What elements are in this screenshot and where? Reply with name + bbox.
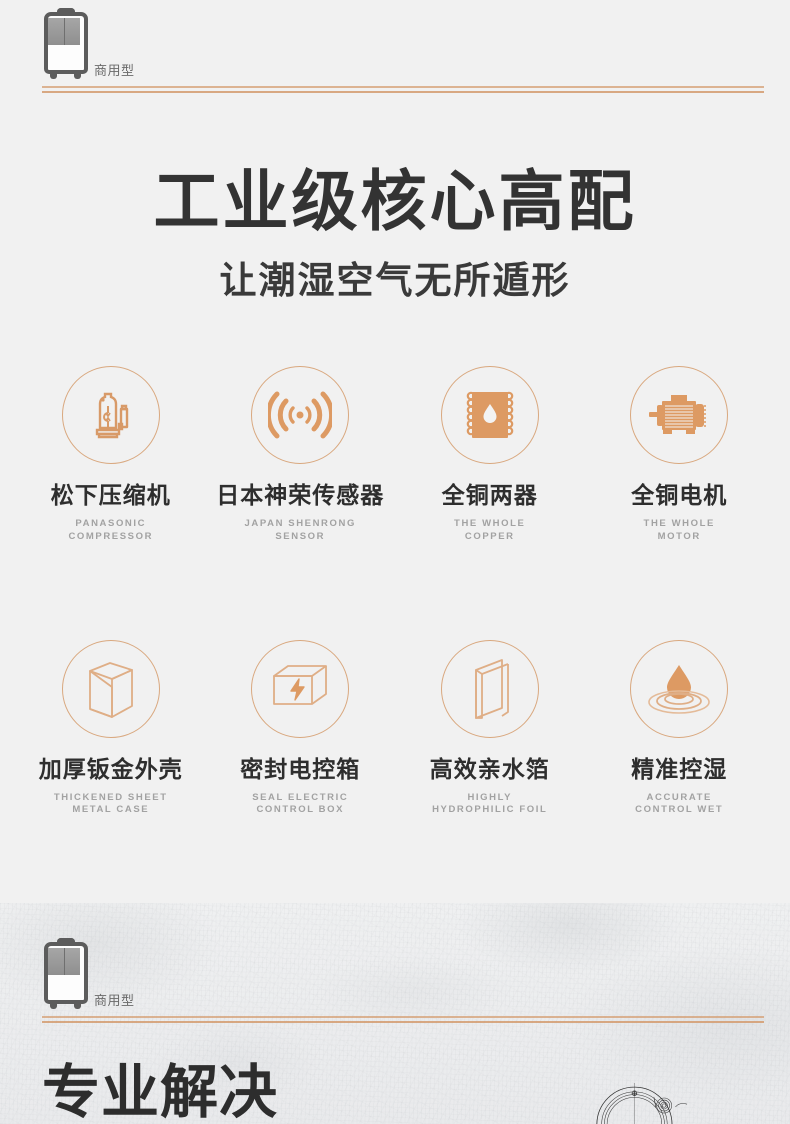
- feature-title: 高效亲水箔: [429, 755, 550, 782]
- feature-subtitle-line2: METAL CASE: [72, 804, 150, 816]
- feature-item: 高效亲水箔 HIGHLY HYDROPHILIC FOIL: [395, 639, 585, 818]
- feature-subtitle-line1: ACCURATE: [646, 791, 712, 803]
- feature-subtitle-line2: COMPRESSOR: [68, 530, 154, 542]
- feature-grid: 松下压缩机 PANASONIC COMPRESSOR 日本神荣传感器 JAPAN…: [16, 366, 774, 817]
- feature-item: 密封电控箱 SEAL ELECTRIC CONTROL BOX: [206, 639, 396, 818]
- feature-item: 全铜电机 THE WHOLE MOTOR: [585, 366, 775, 544]
- feature-item: 精准控湿 ACCURATE CONTROL WET: [585, 639, 775, 818]
- dehumidifier-icon: [44, 938, 88, 1010]
- page-subtitle: 让潮湿空气无所遁形: [219, 260, 571, 301]
- feature-subtitle-line1: THE WHOLE: [643, 518, 715, 529]
- feature-title: 全铜两器: [441, 482, 538, 508]
- sensor-waves-icon: [251, 366, 350, 464]
- feature-subtitle-line2: MOTOR: [657, 530, 701, 542]
- feature-subtitle: SEAL ELECTRIC CONTROL BOX: [206, 792, 396, 818]
- feature-subtitle: ACCURATE CONTROL WET: [585, 792, 775, 818]
- hydrophilic-foil-icon: [440, 639, 539, 738]
- feature-subtitle: HIGHLY HYDROPHILIC FOIL: [395, 792, 585, 818]
- bottom-section-title: 专业解决: [42, 1060, 279, 1124]
- feature-title: 加厚钣金外壳: [38, 755, 183, 782]
- feature-title: 全铜电机: [631, 482, 728, 508]
- brandmark-top: 商用型: [44, 8, 135, 80]
- feature-subtitle: PANASONIC COMPRESSOR: [16, 518, 206, 544]
- electric-control-box-icon: [251, 639, 350, 738]
- brandmark-label: 商用型: [94, 993, 135, 1008]
- page-title: 工业级核心高配: [153, 164, 637, 238]
- feature-item: 加厚钣金外壳 THICKENED SHEET METAL CASE: [16, 639, 206, 818]
- feature-subtitle-line2: SENSOR: [275, 530, 326, 542]
- dehumidifier-icon: [44, 8, 88, 80]
- feature-subtitle: JAPAN SHENRONG SENSOR: [206, 518, 396, 544]
- feature-title: 日本神荣传感器: [216, 482, 385, 508]
- feature-subtitle-line1: THE WHOLE: [454, 518, 526, 529]
- feature-subtitle: THICKENED SHEET METAL CASE: [16, 792, 206, 818]
- metal-case-box-icon: [61, 639, 160, 738]
- feature-subtitle-line1: HIGHLY: [467, 791, 513, 803]
- feature-item: 全铜两器 THE WHOLE COPPER: [395, 366, 585, 544]
- divider-bottom: [42, 1016, 764, 1023]
- feature-subtitle-line1: PANASONIC: [75, 518, 147, 529]
- feature-title: 精准控湿: [631, 755, 728, 782]
- feature-subtitle-line2: HYDROPHILIC FOIL: [432, 804, 548, 816]
- brandmark-label: 商用型: [94, 63, 135, 78]
- feature-subtitle-line1: SEAL ELECTRIC: [252, 791, 349, 803]
- brandmark-bottom: 商用型: [44, 938, 135, 1010]
- feature-subtitle-line1: JAPAN SHENRONG: [244, 518, 356, 529]
- product-detail-page: 商用型 工业级核心高配 让潮湿空气无所遁形 松下压缩机 PANASONIC CO…: [0, 0, 790, 1124]
- feature-title: 松下压缩机: [50, 482, 171, 508]
- feature-item: 日本神荣传感器 JAPAN SHENRONG SENSOR: [206, 366, 396, 544]
- water-drop-ripple-icon: [630, 639, 729, 738]
- electric-motor-icon: [630, 366, 729, 464]
- feature-item: 松下压缩机 PANASONIC COMPRESSOR: [16, 366, 206, 544]
- feature-subtitle-line1: THICKENED SHEET: [53, 791, 168, 803]
- feature-subtitle-line2: CONTROL WET: [635, 804, 724, 816]
- feature-subtitle: THE WHOLE MOTOR: [585, 518, 775, 544]
- compressor-icon: [61, 366, 160, 464]
- feature-subtitle-line2: CONTROL BOX: [256, 804, 345, 816]
- feature-subtitle: THE WHOLE COPPER: [395, 518, 585, 544]
- copper-heat-exchanger-icon: [440, 366, 539, 464]
- feature-title: 密封电控箱: [240, 755, 361, 782]
- divider-top: [42, 86, 764, 93]
- fan-technical-drawing: [498, 1083, 790, 1124]
- feature-subtitle-line2: COPPER: [464, 530, 515, 542]
